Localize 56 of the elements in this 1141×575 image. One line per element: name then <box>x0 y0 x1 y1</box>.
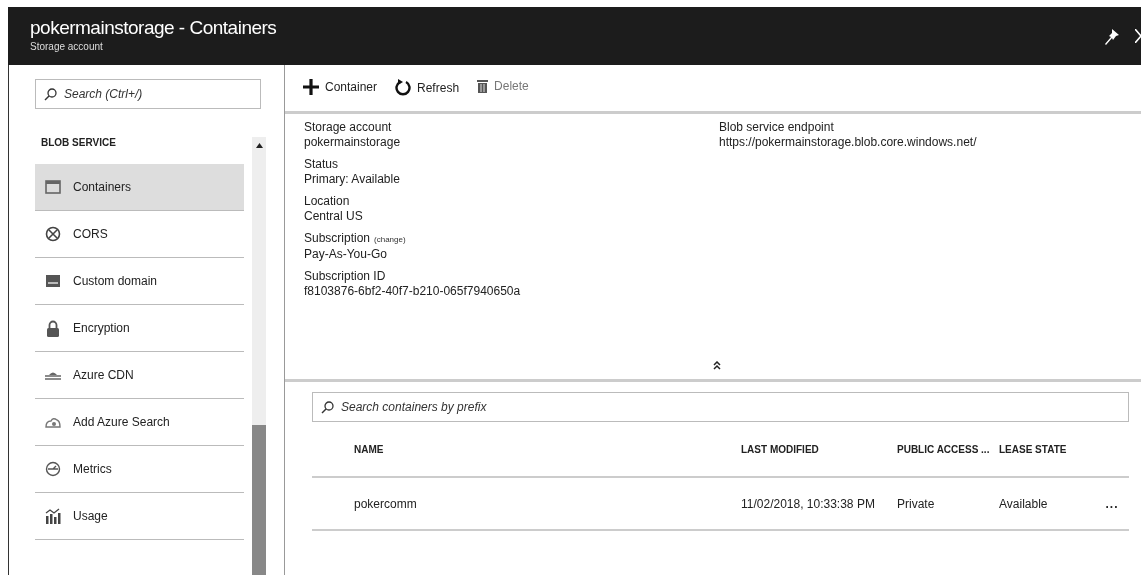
section-heading: BLOB SERVICE <box>40 137 117 150</box>
table-cell-text: Private <box>897 496 936 511</box>
domain-icon <box>45 274 61 288</box>
property-value: f8103876-6bf2-40f7-b210-065f7940650a <box>304 284 522 299</box>
scrollbar[interactable] <box>252 137 266 575</box>
toolbar-button[interactable]: Container <box>303 79 378 95</box>
column-header[interactable]: NAME <box>354 443 741 455</box>
search-field[interactable]: Search (Ctrl+/) <box>35 79 261 109</box>
collapse-icon[interactable] <box>713 361 721 370</box>
column-header[interactable]: LEASE STATE <box>999 443 1095 455</box>
property-label: Location <box>304 194 350 209</box>
nav-item[interactable]: Containers <box>35 164 244 211</box>
search-icon <box>44 88 57 101</box>
property-label: Storage account <box>304 120 392 135</box>
window-title: pokermainstorage - Containers <box>30 17 278 39</box>
bar-chart-icon <box>45 508 61 524</box>
container-icon <box>45 180 61 194</box>
property-value: Central US <box>304 209 364 224</box>
change-link[interactable]: (change) <box>374 232 406 247</box>
property-label: Status <box>304 157 339 172</box>
nav-item[interactable]: Custom domain <box>35 258 244 305</box>
search-cloud-icon <box>45 416 61 428</box>
search-field[interactable]: Search containers by prefix <box>312 392 1129 422</box>
close-icon[interactable] <box>1135 29 1141 43</box>
table-cell-text: pokercomm <box>354 496 418 511</box>
refresh-icon <box>395 79 412 96</box>
property-label: Blob service endpoint <box>719 120 835 135</box>
nav-item[interactable]: Metrics <box>35 446 244 493</box>
scrollbar-thumb[interactable] <box>252 425 266 575</box>
scroll-up-icon[interactable] <box>255 143 263 148</box>
pin-icon[interactable] <box>1105 29 1119 45</box>
column-header[interactable]: PUBLIC ACCESS ... <box>897 443 999 455</box>
column-header[interactable]: LAST MODIFIED <box>741 443 897 455</box>
nav-item[interactable]: Azure CDN <box>35 352 244 399</box>
table-cell-text: Available <box>999 496 1049 511</box>
window-subtitle: Storage account <box>30 41 104 52</box>
toolbar-button[interactable]: Refresh <box>395 79 460 96</box>
more-button[interactable]: ... <box>1105 496 1119 511</box>
lock-icon <box>45 319 61 337</box>
gauge-icon <box>45 461 61 477</box>
property-value: https://pokermainstorage.blob.core.windows.net/ <box>719 135 978 150</box>
property-value: Pay-As-You-Go <box>304 247 388 262</box>
cloud-icon <box>45 370 61 380</box>
property-value: pokermainstorage <box>304 135 402 150</box>
nav-item[interactable]: Add Azure Search <box>35 399 244 446</box>
nav-item[interactable]: Encryption <box>35 305 244 352</box>
nav-item[interactable]: Usage <box>35 493 244 540</box>
search-icon <box>321 401 334 414</box>
property-label: Subscription ID <box>304 269 386 284</box>
property-value: Primary: Available <box>304 172 401 187</box>
globe-icon <box>45 226 61 242</box>
trash-icon <box>477 79 489 93</box>
plus-icon <box>303 79 319 95</box>
property-label: Subscription <box>304 231 371 246</box>
nav-item[interactable]: CORS <box>35 211 244 258</box>
table-cell-text: 11/02/2018, 10:33:38 PM <box>741 496 876 511</box>
